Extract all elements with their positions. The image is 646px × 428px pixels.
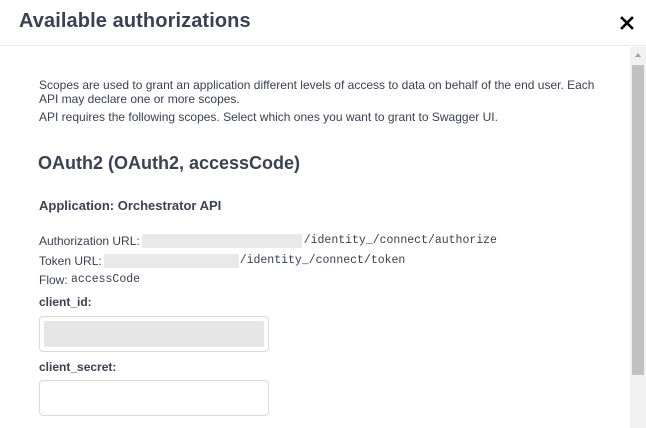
client-id-label: client_id: <box>39 295 92 309</box>
token-url-path: /identity_/connect/token <box>239 254 406 267</box>
scopes-requirement: API requires the following scopes. Selec… <box>39 110 498 124</box>
close-button[interactable] <box>616 12 638 34</box>
token-url-row: Token URL: /identity_/connect/token <box>39 253 405 269</box>
authorization-url-label: Authorization URL: <box>39 234 140 248</box>
close-icon <box>620 16 634 30</box>
oauth-section-title: OAuth2 (OAuth2, accessCode) <box>38 153 301 173</box>
authorization-url-row: Authorization URL: /identity_/connect/au… <box>39 233 497 249</box>
modal-header: Available authorizations <box>0 0 646 46</box>
scroll-up-arrow-icon <box>635 53 641 57</box>
scopes-description: Scopes are used to grant an application … <box>39 78 595 106</box>
scrollbar-thumb[interactable] <box>632 65 644 375</box>
client-secret-label: client_secret: <box>39 360 117 374</box>
client-id-input[interactable] <box>39 316 269 352</box>
flow-row: Flow: accessCode <box>39 272 140 288</box>
token-url-redacted-host <box>103 254 239 268</box>
modal-content: Scopes are used to grant an application … <box>0 47 630 428</box>
client-id-redacted-value <box>44 321 264 347</box>
token-url-label: Token URL: <box>39 254 102 268</box>
client-secret-input[interactable] <box>39 380 269 416</box>
modal-title: Available authorizations <box>19 10 251 32</box>
authorization-url-redacted-host <box>141 234 302 248</box>
flow-value: accessCode <box>71 273 141 286</box>
authorization-modal: Available authorizations Scopes are used… <box>0 0 646 428</box>
vertical-scrollbar[interactable] <box>630 47 646 428</box>
scroll-up-button[interactable] <box>630 47 646 63</box>
authorization-url-path: /identity_/connect/authorize <box>303 234 497 247</box>
flow-label: Flow: <box>39 273 68 287</box>
application-name: Application: Orchestrator API <box>39 198 222 213</box>
